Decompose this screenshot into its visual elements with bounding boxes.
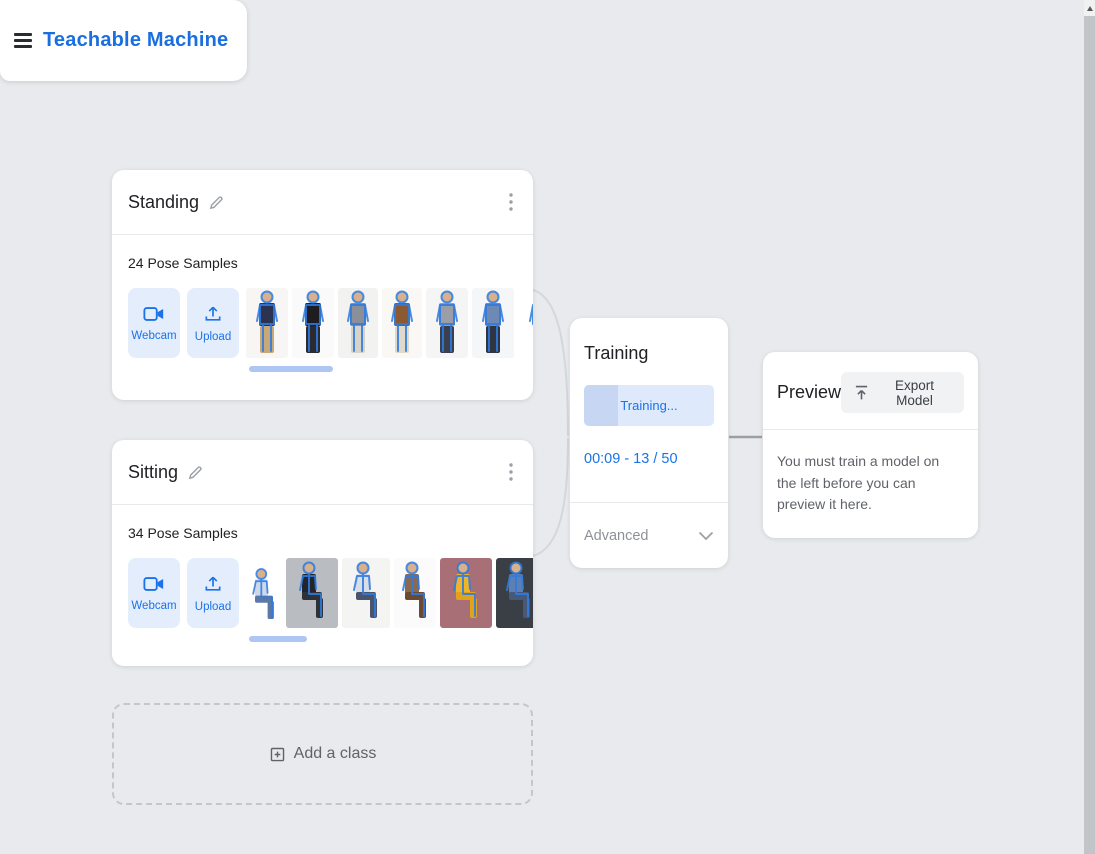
pose-sample-thumbnail[interactable] (342, 558, 390, 628)
sample-thumbnails (246, 558, 533, 628)
add-box-icon (269, 746, 286, 763)
sample-thumbnails (246, 288, 533, 358)
class-title: Standing (128, 191, 200, 212)
edit-pencil-icon[interactable] (208, 194, 225, 211)
pose-sample-thumbnail[interactable] (394, 558, 436, 628)
hamburger-icon[interactable] (14, 33, 32, 48)
upload-label: Upload (194, 330, 232, 343)
more-options-icon[interactable] (505, 459, 517, 485)
pose-sample-thumbnail[interactable] (518, 288, 533, 358)
class-card-body: 34 Pose Samples Webcam Upload (112, 505, 533, 642)
class-card-sitting: Sitting 34 Pose Samples Webcam Upload (112, 440, 533, 666)
webcam-label: Webcam (131, 599, 177, 612)
canvas: Teachable Machine Standing 24 Pose Sampl… (0, 0, 1095, 854)
pose-sample-thumbnail[interactable] (292, 288, 334, 358)
pose-sample-thumbnail[interactable] (246, 288, 288, 358)
app-title: Teachable Machine (43, 29, 229, 51)
training-card: Training Training... 00:09 - 13 / 50 Adv… (570, 318, 728, 568)
pose-sample-thumbnail[interactable] (426, 288, 468, 358)
training-title: Training (584, 343, 649, 363)
chevron-down-icon (698, 531, 714, 541)
upload-icon (203, 574, 223, 594)
pose-sample-thumbnail[interactable] (338, 288, 378, 358)
sample-count-label: 24 Pose Samples (128, 255, 238, 271)
upload-button[interactable]: Upload (187, 288, 239, 358)
sample-strip: Webcam Upload (128, 558, 533, 628)
pose-sample-thumbnail[interactable] (496, 558, 533, 628)
pose-sample-thumbnail[interactable] (440, 558, 492, 628)
add-class-label: Add a class (293, 745, 377, 762)
training-status: 00:09 - 13 / 50 (584, 451, 678, 467)
webcam-button[interactable]: Webcam (128, 558, 180, 628)
webcam-icon (143, 305, 165, 323)
app-header: Teachable Machine (0, 0, 247, 81)
preview-message: You must train a model on the left befor… (777, 453, 940, 513)
class-title: Sitting (128, 461, 179, 482)
vertical-scrollbar-thumb[interactable] (1084, 16, 1095, 854)
class-card-header: Standing (112, 170, 533, 235)
sample-count-label: 34 Pose Samples (128, 525, 238, 541)
advanced-toggle[interactable]: Advanced (570, 502, 728, 568)
upload-icon (203, 304, 223, 324)
horizontal-scrollbar-thumb[interactable] (249, 366, 333, 372)
horizontal-scrollbar-thumb[interactable] (249, 636, 307, 642)
training-progress-label: Training... (620, 398, 678, 413)
scrollbar-up-arrow-icon[interactable] (1084, 3, 1095, 14)
webcam-icon (143, 575, 165, 593)
edit-pencil-icon[interactable] (187, 464, 204, 481)
export-icon (854, 385, 869, 401)
export-model-label: Export Model (895, 377, 935, 408)
training-progress-bar: Training... (584, 385, 714, 426)
upload-label: Upload (194, 600, 232, 613)
preview-card: Preview Export Model You must train a mo… (763, 352, 978, 538)
pose-sample-thumbnail[interactable] (286, 558, 338, 628)
preview-title: Preview (777, 382, 842, 402)
horizontal-scrollbar (128, 636, 533, 642)
horizontal-scrollbar (128, 366, 533, 372)
class-card-standing: Standing 24 Pose Samples Webcam Upload (112, 170, 533, 400)
export-model-button[interactable]: Export Model (841, 372, 964, 413)
sample-strip: Webcam Upload (128, 288, 533, 358)
pose-sample-thumbnail[interactable] (472, 288, 514, 358)
vertical-scrollbar[interactable] (1084, 0, 1095, 854)
advanced-label: Advanced (584, 527, 649, 544)
add-class-button[interactable]: Add a class (112, 703, 533, 805)
webcam-label: Webcam (131, 329, 177, 342)
class-card-header: Sitting (112, 440, 533, 505)
more-options-icon[interactable] (505, 189, 517, 215)
upload-button[interactable]: Upload (187, 558, 239, 628)
pose-sample-thumbnail[interactable] (382, 288, 422, 358)
webcam-button[interactable]: Webcam (128, 288, 180, 358)
pose-sample-thumbnail[interactable] (246, 558, 282, 628)
class-card-body: 24 Pose Samples Webcam Upload (112, 235, 533, 372)
